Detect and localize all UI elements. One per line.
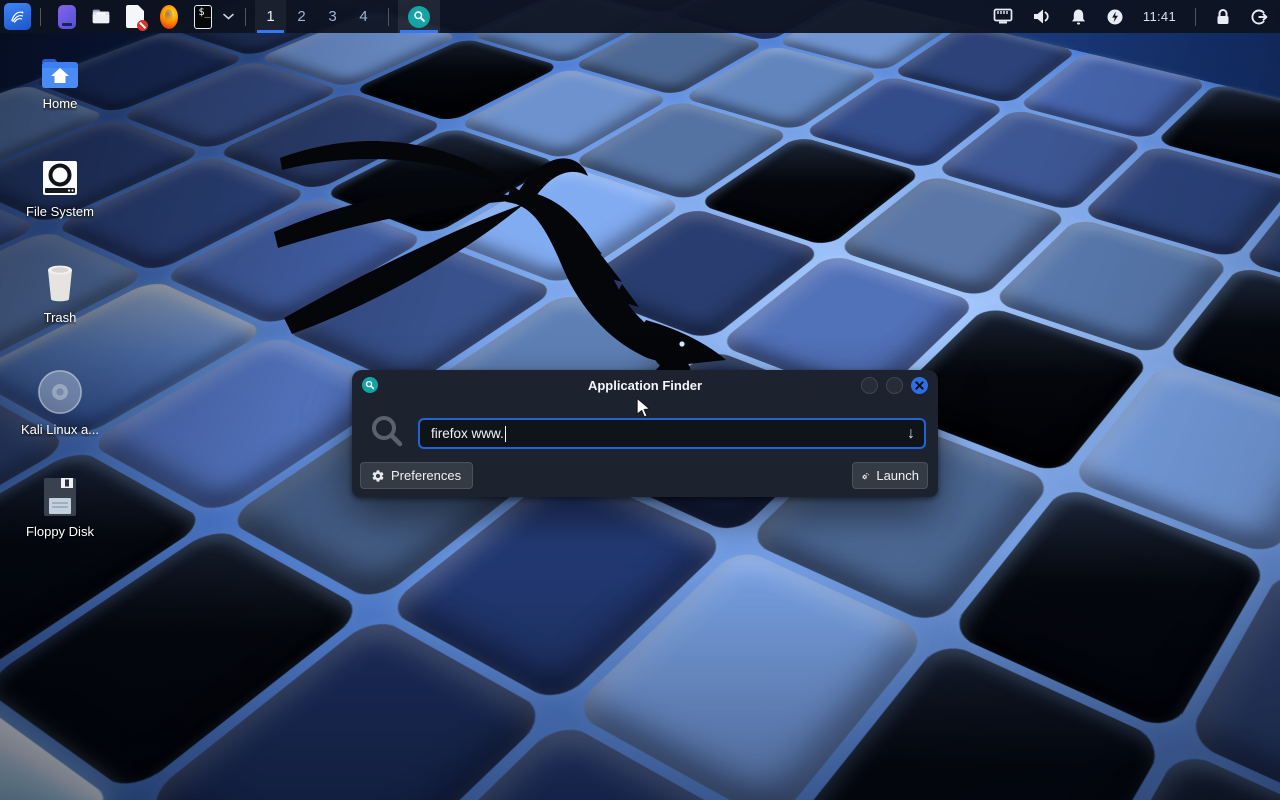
notifications-icon[interactable]: [1070, 8, 1087, 26]
terminal-dropdown-button[interactable]: [220, 13, 236, 20]
applications-menu-button[interactable]: [4, 3, 31, 30]
lock-icon[interactable]: [1215, 8, 1231, 26]
close-button[interactable]: [911, 377, 928, 394]
cdrom-icon: [36, 368, 84, 416]
workspace-1-label: 1: [266, 8, 274, 25]
gear-icon: [371, 469, 385, 483]
workspace-4-label: 4: [359, 8, 367, 25]
application-finder-window: Application Finder firefox www. ↓: [352, 370, 938, 497]
launch-button[interactable]: Launch: [852, 462, 928, 489]
desktop-icon-label: Kali Linux a...: [21, 422, 99, 437]
panel-separator: [40, 8, 41, 26]
kali-menu-icon: [10, 7, 25, 26]
power-manager-icon[interactable]: [1106, 8, 1124, 26]
status-tray: 11:41: [993, 8, 1280, 26]
top-panel: $_ 1 2 3 4: [0, 0, 1280, 33]
desktop-icon-trash[interactable]: Trash: [12, 262, 108, 325]
close-icon: [915, 381, 924, 390]
search-input[interactable]: firefox www. ↓: [418, 418, 926, 449]
floppy-icon: [41, 476, 79, 518]
workspace-3[interactable]: 3: [317, 0, 348, 33]
maximize-button[interactable]: [886, 377, 903, 394]
workspace-4[interactable]: 4: [348, 0, 379, 33]
desktop-icon-label: Home: [43, 96, 78, 111]
workspace-3-label: 3: [328, 8, 336, 25]
desktop-icon-floppy-disk[interactable]: Floppy Disk: [12, 476, 108, 539]
application-finder-icon: [408, 6, 430, 28]
workspace-1[interactable]: 1: [255, 0, 286, 33]
search-input-value: firefox www.: [431, 426, 504, 441]
workspace-2[interactable]: 2: [286, 0, 317, 33]
taskbar-application-finder[interactable]: [398, 0, 440, 33]
home-folder-icon: [39, 56, 81, 90]
text-caret: [505, 426, 506, 442]
filesystem-drive-icon: [40, 158, 80, 198]
preferences-label: Preferences: [391, 468, 461, 483]
panel-separator: [1195, 8, 1196, 26]
trash-icon: [40, 262, 80, 304]
firefox-icon: [160, 5, 178, 29]
workspace-2-label: 2: [297, 8, 305, 25]
text-editor-button[interactable]: [120, 1, 150, 32]
titlebar[interactable]: Application Finder: [352, 370, 938, 400]
terminal-icon: $_: [194, 5, 212, 29]
desktop-icon-kali-cdrom[interactable]: Kali Linux a...: [12, 368, 108, 437]
text-editor-icon: [126, 5, 144, 28]
chevron-down-icon: [223, 13, 234, 20]
ethernet-icon[interactable]: [993, 8, 1013, 25]
expand-arrow-icon[interactable]: ↓: [907, 426, 915, 442]
logout-icon[interactable]: [1250, 8, 1268, 26]
desktop-icon-label: Floppy Disk: [26, 524, 94, 539]
desktop-icon-label: Trash: [44, 310, 77, 325]
firefox-button[interactable]: [154, 1, 184, 32]
panel-separator: [388, 8, 389, 26]
desktop-icon-label: File System: [26, 204, 94, 219]
dragon-eye: [679, 341, 684, 346]
volume-icon[interactable]: [1032, 8, 1051, 25]
desktop: $_ 1 2 3 4: [0, 0, 1280, 800]
desktop-icon-file-system[interactable]: File System: [12, 158, 108, 219]
search-icon: [369, 413, 405, 454]
run-icon: [861, 469, 870, 483]
preferences-button[interactable]: Preferences: [360, 462, 473, 489]
window-title: Application Finder: [352, 378, 938, 393]
window-search-icon: [362, 377, 378, 393]
file-manager-button[interactable]: [86, 1, 116, 32]
show-desktop-icon: [58, 5, 76, 29]
show-desktop-button[interactable]: [52, 1, 82, 32]
minimize-button[interactable]: [861, 377, 878, 394]
clock[interactable]: 11:41: [1143, 9, 1176, 24]
file-manager-icon: [92, 6, 110, 27]
desktop-icon-home[interactable]: Home: [12, 56, 108, 111]
panel-separator: [245, 8, 246, 26]
terminal-button[interactable]: $_: [188, 1, 218, 32]
launch-label: Launch: [876, 468, 919, 483]
